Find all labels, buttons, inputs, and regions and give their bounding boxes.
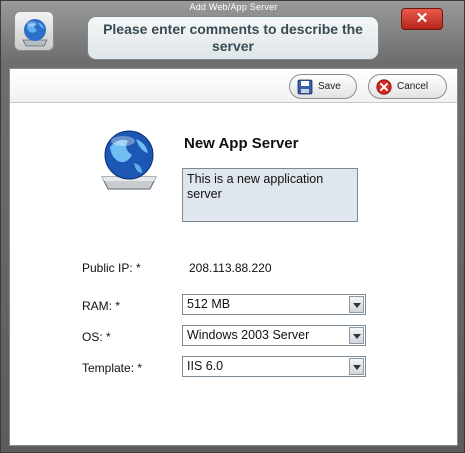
window-title: Add Web/App Server [189,2,278,12]
template-select[interactable]: IIS 6.0 [182,356,366,377]
ram-select[interactable]: 512 MB [182,294,366,315]
chevron-down-icon[interactable] [349,296,364,313]
chevron-down-icon[interactable] [349,327,364,344]
os-value: Windows 2003 Server [187,328,310,342]
cancel-x-icon [376,78,392,95]
toolbar: Save Cancel [10,69,457,103]
description-textarea[interactable]: This is a new application server [182,168,358,222]
form-panel: Save Cancel New App Server This is a new… [9,68,458,446]
globe-server-icon [14,11,54,51]
template-label: Template: * [82,361,143,375]
save-button[interactable]: Save [289,74,357,99]
ram-value: 512 MB [187,297,231,311]
globe-server-icon [101,130,157,190]
os-select[interactable]: Windows 2003 Server [182,325,366,346]
close-icon: ✕ [415,10,429,27]
save-label: Save [318,81,341,92]
ram-label: RAM: * [82,299,121,313]
floppy-disk-icon [297,79,313,94]
public-ip-value: 208.113.88.220 [189,261,272,275]
dialog-window: Add Web/App Server Please enter comments… [0,0,465,453]
cancel-button[interactable]: Cancel [368,74,447,99]
chevron-down-icon[interactable] [349,358,364,375]
server-name: New App Server [184,135,299,152]
cancel-label: Cancel [397,81,429,92]
os-label: OS: * [82,330,111,344]
public-ip-label: Public IP: * [82,261,141,275]
instruction-banner: Please enter comments to describe the se… [87,16,379,60]
close-button[interactable]: ✕ [401,8,443,30]
template-value: IIS 6.0 [187,359,224,373]
